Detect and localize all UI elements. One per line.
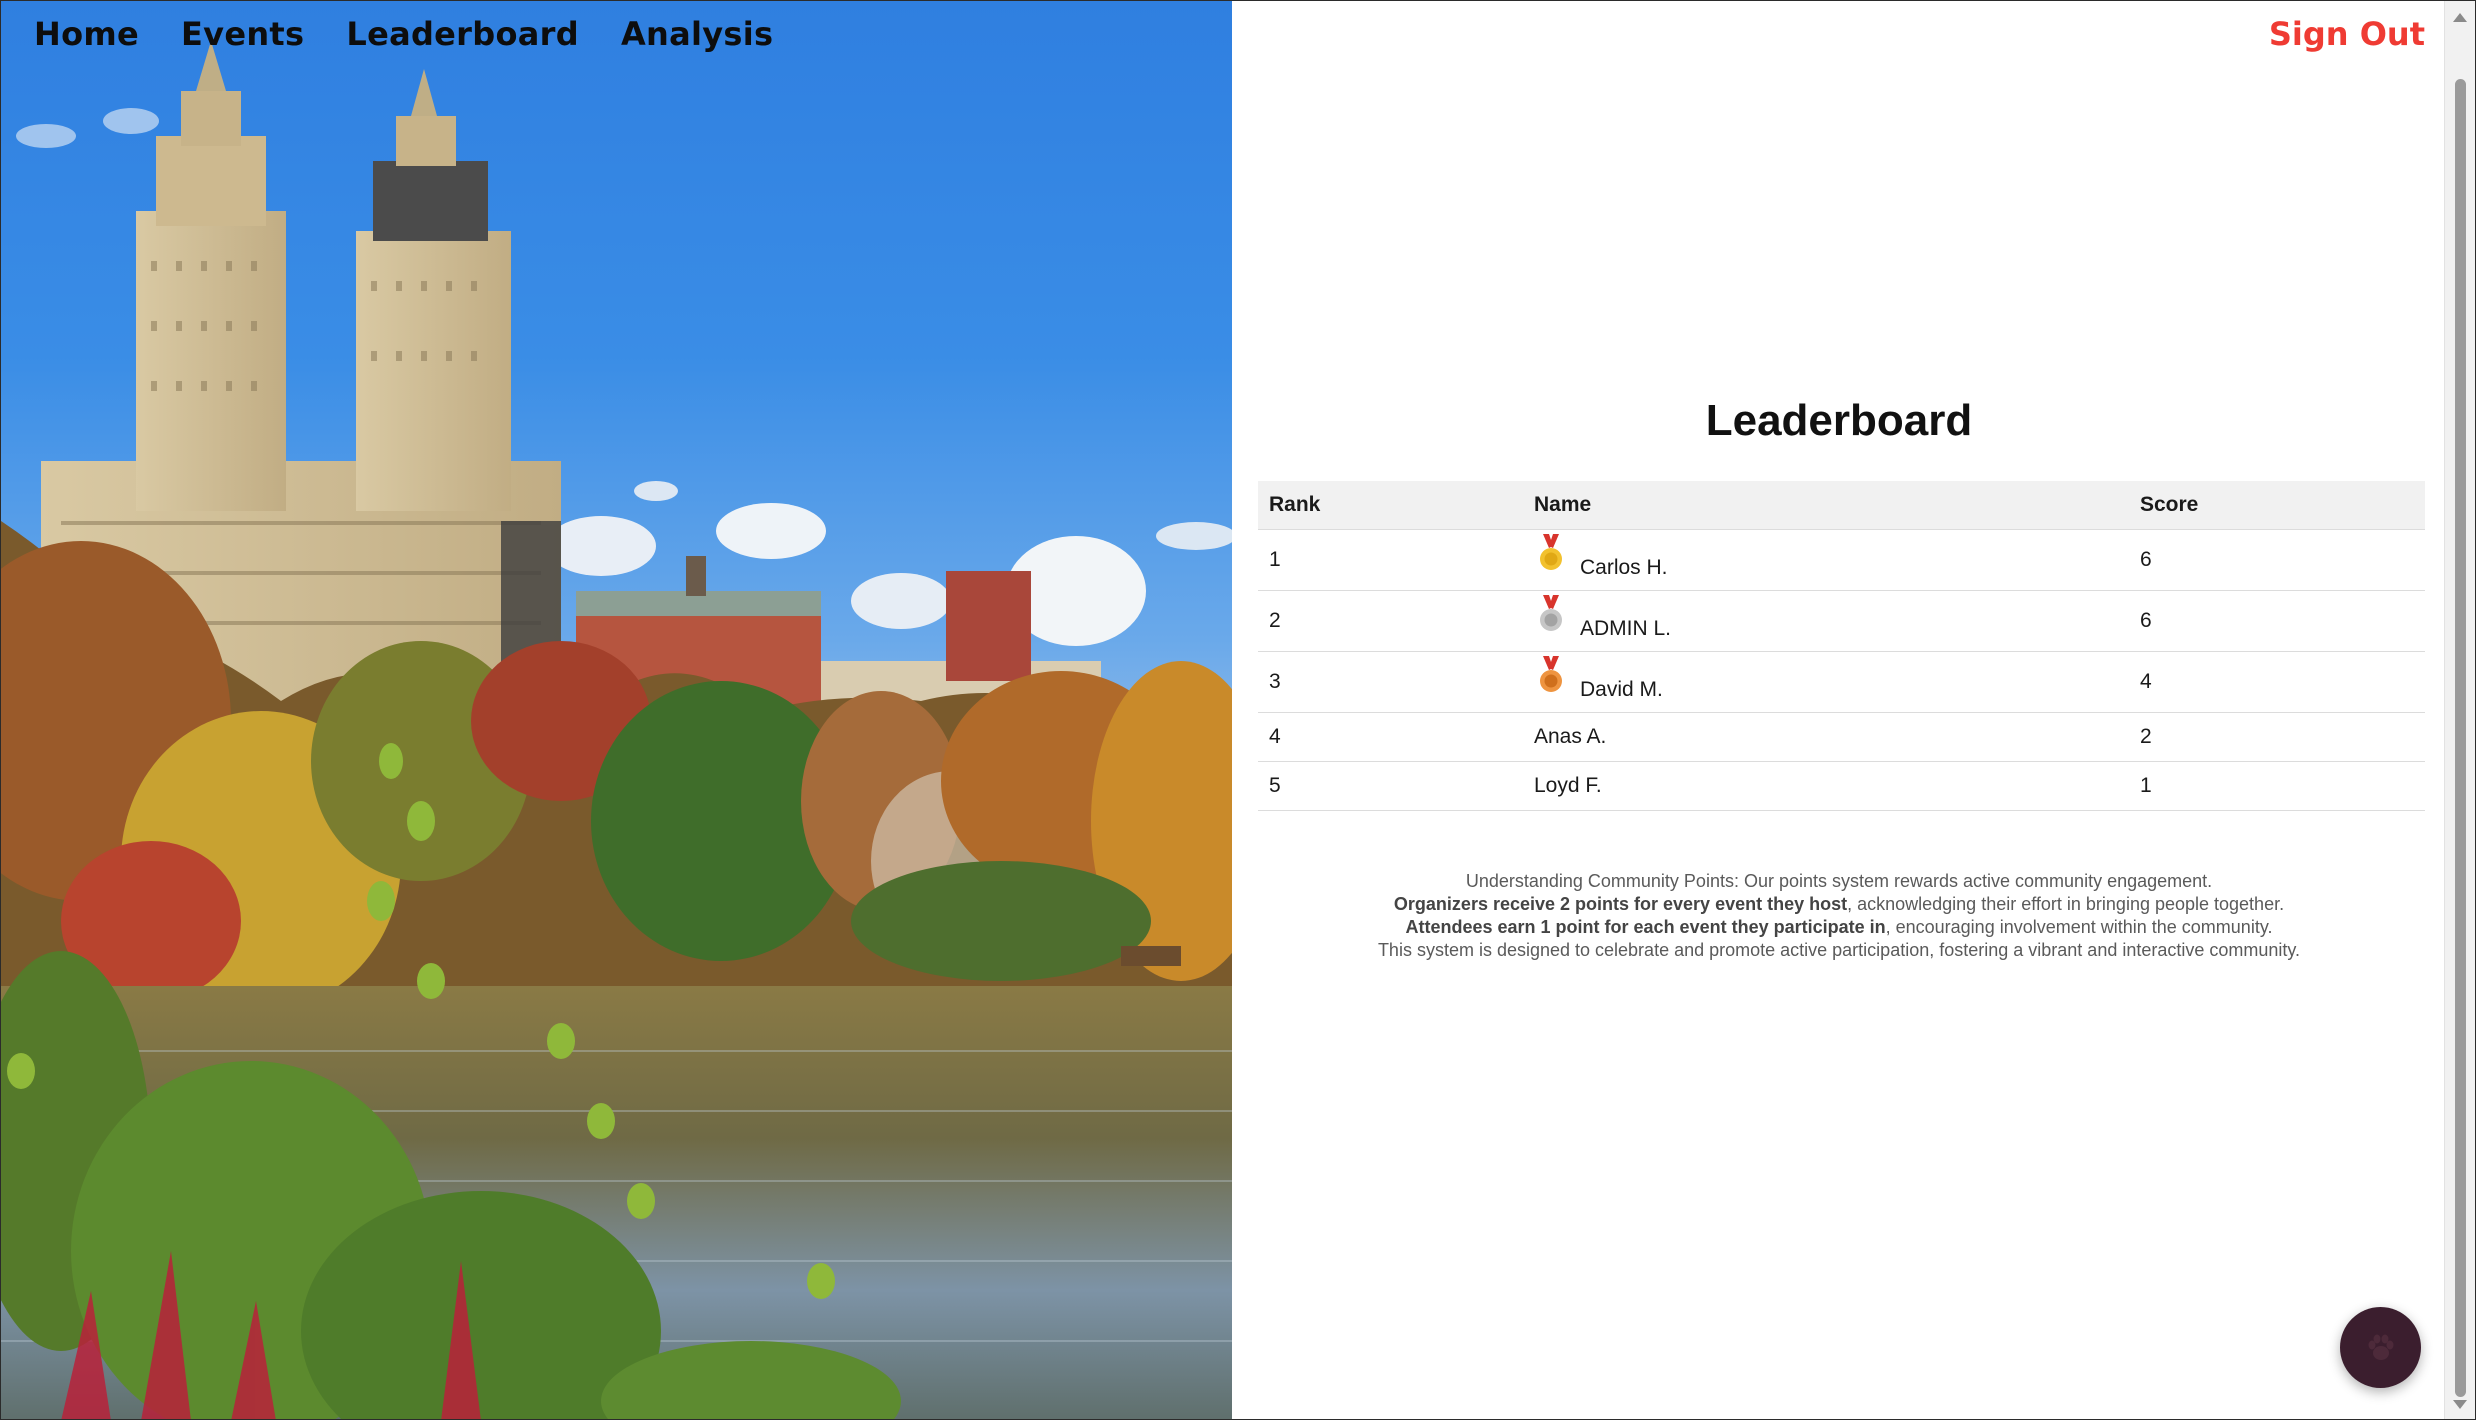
leaderboard-panel: Leaderboard Rank Name Score 1 Carlos H. … bbox=[1232, 1, 2446, 1419]
table-row: 3 David M. 4 bbox=[1258, 651, 2425, 713]
player-name: Carlos H. bbox=[1580, 555, 1668, 579]
rank-cell: 4 bbox=[1258, 712, 1523, 762]
points-line-3: Attendees earn 1 point for each event th… bbox=[1232, 916, 2446, 939]
table-header-row: Rank Name Score bbox=[1258, 481, 2425, 530]
name-cell: Carlos H. bbox=[1523, 529, 2129, 591]
vertical-scrollbar[interactable] bbox=[2444, 1, 2475, 1419]
header-rank: Rank bbox=[1258, 481, 1523, 530]
paw-chat-button[interactable] bbox=[2340, 1307, 2421, 1388]
attendee-points-detail: , encouraging involvement within the com… bbox=[1885, 917, 2273, 937]
name-cell: Anas A. bbox=[1523, 712, 2129, 762]
points-line-4: This system is designed to celebrate and… bbox=[1377, 940, 2301, 960]
nav-home[interactable]: Home bbox=[34, 15, 139, 53]
silver-medal-icon bbox=[1540, 594, 1562, 631]
app-window: Home Events Leaderboard Analysis Sign Ou… bbox=[0, 0, 2476, 1420]
top-nav: Home Events Leaderboard Analysis bbox=[34, 15, 773, 53]
organizer-points-detail: , acknowledging their effort in bringing… bbox=[1847, 894, 2285, 914]
bronze-medal-icon bbox=[1540, 655, 1562, 692]
score-cell: 2 bbox=[2129, 712, 2425, 762]
attendee-points-rule: Attendees earn 1 point for each event th… bbox=[1405, 917, 1886, 937]
table-row: 1 Carlos H. 6 bbox=[1258, 529, 2425, 591]
sign-out-button[interactable]: Sign Out bbox=[2269, 15, 2425, 53]
scroll-down-arrow-icon[interactable] bbox=[2453, 1400, 2467, 1409]
rank-cell: 5 bbox=[1258, 761, 1523, 811]
nav-events[interactable]: Events bbox=[181, 15, 304, 53]
table-row: 5 Loyd F. 1 bbox=[1258, 761, 2425, 811]
rank-cell: 2 bbox=[1258, 590, 1523, 652]
name-cell: David M. bbox=[1523, 651, 2129, 713]
hero-image bbox=[1, 1, 1232, 1419]
nav-analysis[interactable]: Analysis bbox=[621, 15, 773, 53]
score-cell: 1 bbox=[2129, 761, 2425, 811]
leaderboard-table: Rank Name Score 1 Carlos H. 6 2 ADMIN L.… bbox=[1258, 481, 2425, 811]
player-name: ADMIN L. bbox=[1580, 616, 1672, 640]
points-line-2: Organizers receive 2 points for every ev… bbox=[1232, 893, 2446, 916]
header-score: Score bbox=[2129, 481, 2425, 530]
paw-icon bbox=[2368, 1334, 2393, 1360]
scroll-up-arrow-icon[interactable] bbox=[2453, 13, 2467, 22]
points-line-1: Understanding Community Points: Our poin… bbox=[1465, 871, 2213, 891]
table-row: 4 Anas A. 2 bbox=[1258, 712, 2425, 762]
name-cell: Loyd F. bbox=[1523, 761, 2129, 811]
table-row: 2 ADMIN L. 6 bbox=[1258, 590, 2425, 652]
header-name: Name bbox=[1523, 481, 2129, 530]
player-name: David M. bbox=[1580, 677, 1663, 701]
rank-cell: 3 bbox=[1258, 651, 1523, 713]
page-title: Leaderboard bbox=[1705, 396, 1973, 445]
points-explanation: Understanding Community Points: Our poin… bbox=[1232, 870, 2446, 962]
score-cell: 4 bbox=[2129, 651, 2425, 713]
rank-cell: 1 bbox=[1258, 529, 1523, 591]
park-skyline-illustration bbox=[1, 41, 1232, 1419]
score-cell: 6 bbox=[2129, 529, 2425, 591]
organizer-points-rule: Organizers receive 2 points for every ev… bbox=[1393, 894, 1848, 914]
nav-leaderboard[interactable]: Leaderboard bbox=[346, 15, 579, 53]
name-cell: ADMIN L. bbox=[1523, 590, 2129, 652]
gold-medal-icon bbox=[1540, 533, 1562, 570]
score-cell: 6 bbox=[2129, 590, 2425, 652]
scroll-thumb[interactable] bbox=[2455, 79, 2466, 1397]
